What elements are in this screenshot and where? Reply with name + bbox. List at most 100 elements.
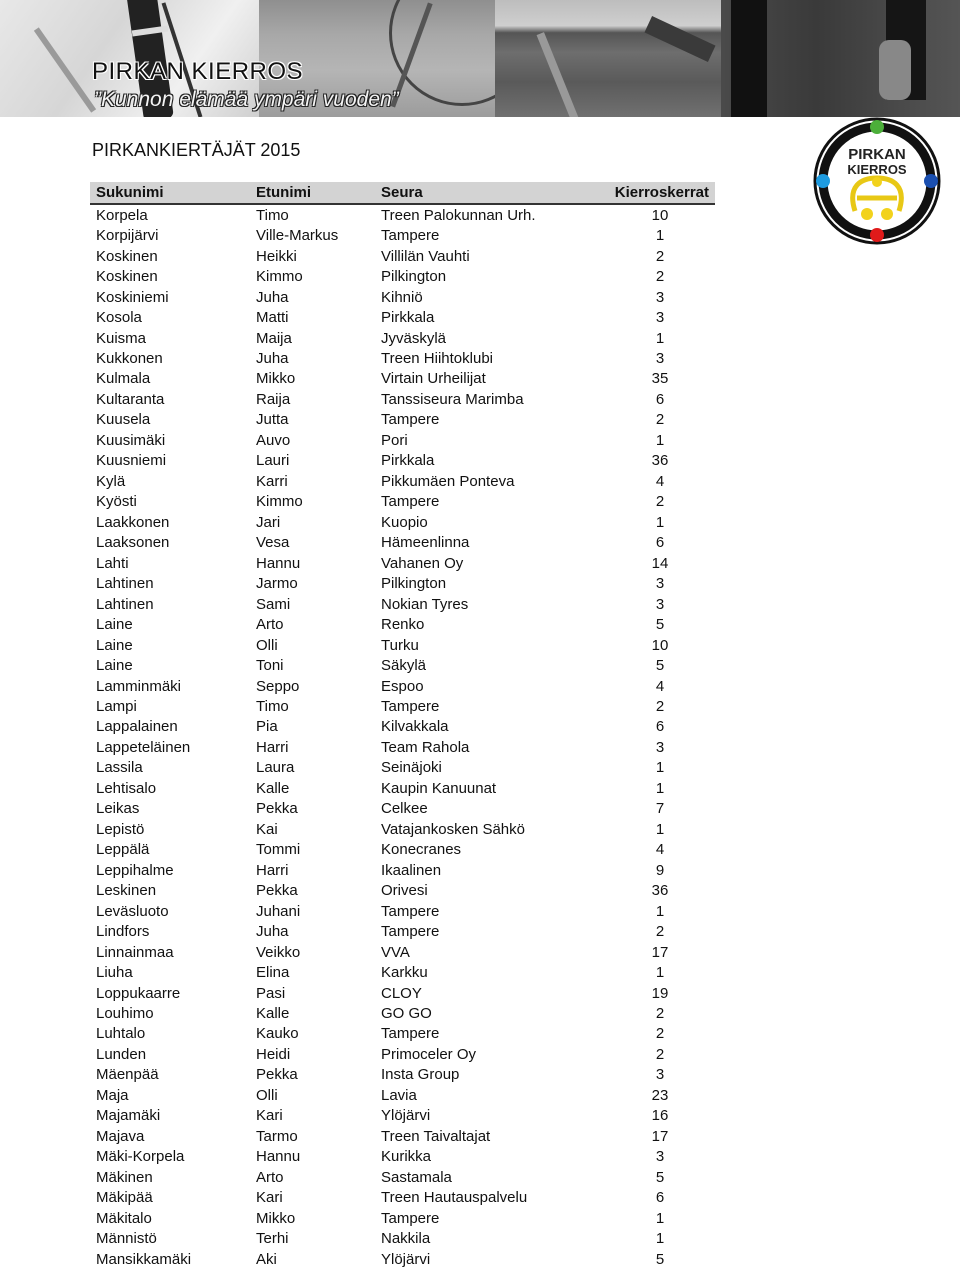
firstname-cell: Terhi	[256, 1230, 289, 1248]
laps-cell: 3	[655, 595, 665, 613]
laps-cell: 1	[655, 779, 665, 797]
club-cell: Team Rahola	[381, 738, 470, 756]
laps-cell: 2	[655, 1005, 665, 1023]
table-row: Lahti Hannu Vahanen Oy 14	[90, 553, 715, 573]
surname-cell: Leikas	[96, 800, 140, 818]
surname-cell: Mäkitalo	[96, 1209, 152, 1227]
table-header: Sukunimi Etunimi Seura Kierroskerrat	[90, 182, 715, 205]
club-cell: Renko	[381, 616, 425, 634]
club-cell: Tanssiseura Marimba	[381, 390, 524, 408]
firstname-cell: Harri	[256, 738, 289, 756]
table-row: Lampi Timo Tampere 2	[90, 696, 715, 716]
laps-cell: 2	[655, 411, 665, 429]
firstname-cell: Laura	[256, 759, 295, 777]
surname-cell: Linnainmaa	[96, 943, 174, 961]
firstname-cell: Pia	[256, 718, 278, 736]
firstname-cell: Kari	[256, 1107, 283, 1125]
header-banner: PIRKAN KIERROS ”Kunnon elämää ympäri vuo…	[0, 0, 960, 117]
club-cell: VVA	[381, 943, 410, 961]
participants-table: Sukunimi Etunimi Seura Kierroskerrat Kor…	[90, 182, 715, 1269]
surname-cell: Leskinen	[96, 882, 157, 900]
firstname-cell: Jarmo	[256, 575, 298, 593]
club-cell: Kuopio	[381, 513, 428, 531]
laps-cell: 2	[655, 493, 665, 511]
firstname-cell: Mikko	[256, 370, 296, 388]
firstname-cell: Maija	[256, 329, 292, 347]
table-row: Lappeteläinen Harri Team Rahola 3	[90, 737, 715, 757]
club-cell: Pilkington	[381, 575, 447, 593]
table-row: Kylä Karri Pikkumäen Ponteva 4	[90, 471, 715, 491]
table-row: Liuha Elina Karkku 1	[90, 962, 715, 982]
firstname-cell: Seppo	[256, 677, 300, 695]
laps-cell: 3	[655, 288, 665, 306]
laps-cell: 2	[655, 268, 665, 286]
club-cell: Virtain Urheilijat	[381, 370, 486, 388]
surname-cell: Leppälä	[96, 841, 150, 859]
club-cell: Kurikka	[381, 1148, 432, 1166]
surname-cell: Majamäki	[96, 1107, 161, 1125]
firstname-cell: Olli	[256, 636, 278, 654]
firstname-cell: Veikko	[256, 943, 301, 961]
table-row: Lunden Heidi Primoceler Oy 2	[90, 1044, 715, 1064]
table-row: Leikas Pekka Celkee 7	[90, 799, 715, 819]
firstname-cell: Harri	[256, 861, 289, 879]
firstname-cell: Kalle	[256, 1005, 290, 1023]
firstname-cell: Kauko	[256, 1025, 299, 1043]
page-title: PIRKANKIERTÄJÄT 2015	[92, 140, 301, 160]
firstname-cell: Tommi	[256, 841, 301, 859]
laps-cell: 19	[651, 984, 669, 1002]
surname-cell: Mäkipää	[96, 1189, 153, 1207]
table-row: Laaksonen Vesa Hämeenlinna 6	[90, 533, 715, 553]
club-cell: Kaupin Kanuunat	[381, 779, 497, 797]
club-cell: GO GO	[381, 1005, 432, 1023]
club-cell: Nokian Tyres	[381, 595, 469, 613]
surname-cell: Laine	[96, 616, 133, 634]
column-header-club: Seura	[381, 184, 423, 201]
surname-cell: Lassila	[96, 759, 143, 777]
club-cell: Seinäjoki	[381, 759, 442, 777]
laps-cell: 6	[655, 534, 665, 552]
laps-cell: 36	[651, 882, 669, 900]
laps-cell: 1	[655, 820, 665, 838]
table-row: Koskinen Heikki Villilän Vauhti 2	[90, 246, 715, 266]
firstname-cell: Vesa	[256, 534, 290, 552]
club-cell: Ylöjärvi	[381, 1250, 431, 1268]
firstname-cell: Ville-Markus	[256, 227, 339, 245]
club-cell: Vatajankosken Sähkö	[381, 820, 525, 838]
firstname-cell: Lauri	[256, 452, 290, 470]
laps-cell: 7	[655, 800, 665, 818]
firstname-cell: Heikki	[256, 247, 297, 265]
column-header-surname: Sukunimi	[96, 184, 164, 201]
laps-cell: 3	[655, 1066, 665, 1084]
laps-cell: 1	[655, 1209, 665, 1227]
club-cell: Tampere	[381, 1209, 440, 1227]
table-row: Kulmala Mikko Virtain Urheilijat 35	[90, 369, 715, 389]
laps-cell: 1	[655, 902, 665, 920]
firstname-cell: Heidi	[256, 1045, 291, 1063]
firstname-cell: Kimmo	[256, 268, 303, 286]
surname-cell: Lampi	[96, 697, 137, 715]
surname-cell: Luhtalo	[96, 1025, 146, 1043]
club-cell: CLOY	[381, 984, 422, 1002]
column-header-firstname: Etunimi	[256, 184, 311, 201]
surname-cell: Kuusniemi	[96, 452, 167, 470]
laps-cell: 3	[655, 350, 665, 368]
table-row: Lehtisalo Kalle Kaupin Kanuunat 1	[90, 778, 715, 798]
club-cell: Tampere	[381, 902, 440, 920]
table-row: Mäenpää Pekka Insta Group 3	[90, 1065, 715, 1085]
surname-cell: Kylä	[96, 472, 126, 490]
club-cell: Hämeenlinna	[381, 534, 470, 552]
firstname-cell: Juha	[256, 288, 289, 306]
laps-cell: 3	[655, 309, 665, 327]
surname-cell: Lappeteläinen	[96, 738, 191, 756]
table-row: Laakkonen Jari Kuopio 1	[90, 512, 715, 532]
table-row: Lepistö Kai Vatajankosken Sähkö 1	[90, 819, 715, 839]
firstname-cell: Matti	[256, 309, 289, 327]
club-cell: Insta Group	[381, 1066, 460, 1084]
club-cell: Tampere	[381, 493, 440, 511]
club-cell: Primoceler Oy	[381, 1045, 477, 1063]
surname-cell: Männistö	[96, 1230, 157, 1248]
table-row: Lamminmäki Seppo Espoo 4	[90, 676, 715, 696]
club-cell: Pilkington	[381, 268, 447, 286]
firstname-cell: Elina	[256, 964, 290, 982]
